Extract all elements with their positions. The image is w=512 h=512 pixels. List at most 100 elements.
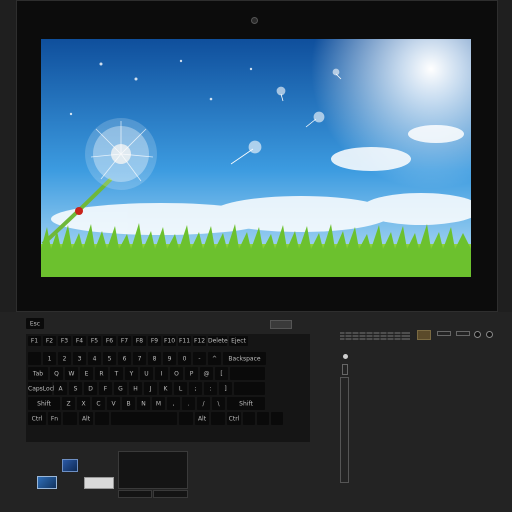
key[interactable]: F5	[88, 336, 101, 346]
touchpad-right-button[interactable]	[153, 490, 188, 498]
key[interactable]: F3	[58, 336, 71, 346]
key[interactable]: @	[200, 367, 213, 380]
key[interactable]: F12	[193, 336, 206, 346]
key[interactable]: -	[193, 352, 206, 365]
key[interactable]: Eject	[229, 336, 248, 346]
key-label: N	[141, 400, 146, 407]
key[interactable]: ;	[189, 382, 202, 395]
key[interactable]: :	[204, 382, 217, 395]
key[interactable]: Delete	[208, 336, 228, 346]
key[interactable]	[111, 412, 177, 425]
key[interactable]: Ctrl	[28, 412, 46, 425]
touchpad-left-button[interactable]	[118, 490, 152, 498]
key[interactable]: F2	[43, 336, 56, 346]
key[interactable]: N	[137, 397, 150, 410]
key[interactable]: ]	[219, 382, 232, 395]
esc-key[interactable]: Esc	[26, 318, 44, 329]
key[interactable]: S	[69, 382, 82, 395]
key-label: 0	[182, 355, 187, 362]
key[interactable]: Ctrl	[227, 412, 241, 425]
key[interactable]: Y	[125, 367, 138, 380]
key[interactable]: ^	[208, 352, 221, 365]
intel-sticker-icon	[37, 476, 57, 489]
key[interactable]: I	[155, 367, 168, 380]
key[interactable]: R	[95, 367, 108, 380]
key[interactable]: M	[152, 397, 165, 410]
key[interactable]	[271, 412, 283, 425]
key[interactable]: J	[144, 382, 157, 395]
key[interactable]: F7	[118, 336, 131, 346]
key[interactable]: 4	[88, 352, 101, 365]
key[interactable]: F8	[133, 336, 146, 346]
key[interactable]: F10	[163, 336, 176, 346]
key[interactable]: F9	[148, 336, 161, 346]
key[interactable]: CapsLock	[28, 382, 56, 395]
key[interactable]: Alt	[195, 412, 209, 425]
key[interactable]	[243, 412, 255, 425]
key[interactable]: E	[80, 367, 93, 380]
key[interactable]: F4	[73, 336, 86, 346]
key[interactable]	[211, 412, 225, 425]
side-button[interactable]	[342, 364, 348, 375]
side-slider[interactable]	[340, 377, 349, 483]
key[interactable]: D	[84, 382, 97, 395]
key[interactable]: [	[215, 367, 228, 380]
key[interactable]: U	[140, 367, 153, 380]
key[interactable]: C	[92, 397, 105, 410]
key[interactable]: 3	[73, 352, 86, 365]
key[interactable]	[257, 412, 269, 425]
key[interactable]: 0	[178, 352, 191, 365]
key-label: K	[163, 385, 168, 392]
key[interactable]: H	[129, 382, 142, 395]
key[interactable]: L	[174, 382, 187, 395]
key[interactable]: Backspace	[223, 352, 266, 365]
key[interactable]: .	[182, 397, 195, 410]
power-button[interactable]	[270, 320, 292, 329]
key[interactable]: O	[170, 367, 183, 380]
key[interactable]: 8	[148, 352, 161, 365]
key[interactable]	[28, 352, 41, 365]
key[interactable]: A	[54, 382, 67, 395]
key[interactable]: 6	[118, 352, 131, 365]
key[interactable]: Fn	[48, 412, 61, 425]
key-label: 1	[47, 355, 52, 362]
key[interactable]: F11	[178, 336, 191, 346]
key[interactable]: X	[77, 397, 90, 410]
key-label: M	[155, 400, 162, 407]
key[interactable]: Tab	[28, 367, 48, 380]
key[interactable]: 5	[103, 352, 116, 365]
touchpad[interactable]	[118, 451, 188, 489]
key[interactable]	[234, 382, 265, 395]
key[interactable]: G	[114, 382, 127, 395]
key-label: 7	[137, 355, 142, 362]
key[interactable]: 7	[133, 352, 146, 365]
key[interactable]: F6	[103, 336, 116, 346]
key[interactable]: B	[122, 397, 135, 410]
power-led-icon	[343, 354, 348, 359]
key[interactable]	[179, 412, 193, 425]
key[interactable]: Q	[50, 367, 63, 380]
key[interactable]: \	[212, 397, 225, 410]
key[interactable]: ,	[167, 397, 180, 410]
key[interactable]	[95, 412, 109, 425]
key[interactable]	[63, 412, 77, 425]
key[interactable]: Shift	[28, 397, 60, 410]
key[interactable]: Z	[62, 397, 75, 410]
key[interactable]	[230, 367, 265, 380]
key[interactable]: F1	[28, 336, 41, 346]
key[interactable]: W	[65, 367, 78, 380]
key-label: R	[99, 370, 104, 377]
key[interactable]: /	[197, 397, 210, 410]
mic-jack-icon	[486, 331, 493, 338]
key[interactable]: Alt	[79, 412, 93, 425]
key[interactable]: F	[99, 382, 112, 395]
key[interactable]: 2	[58, 352, 71, 365]
key[interactable]: T	[110, 367, 123, 380]
desktop-screen[interactable]	[41, 39, 471, 277]
key[interactable]: Shift	[227, 397, 265, 410]
key[interactable]: 1	[43, 352, 56, 365]
key[interactable]: 9	[163, 352, 176, 365]
key[interactable]: P	[185, 367, 198, 380]
key[interactable]: K	[159, 382, 172, 395]
key[interactable]: V	[107, 397, 120, 410]
